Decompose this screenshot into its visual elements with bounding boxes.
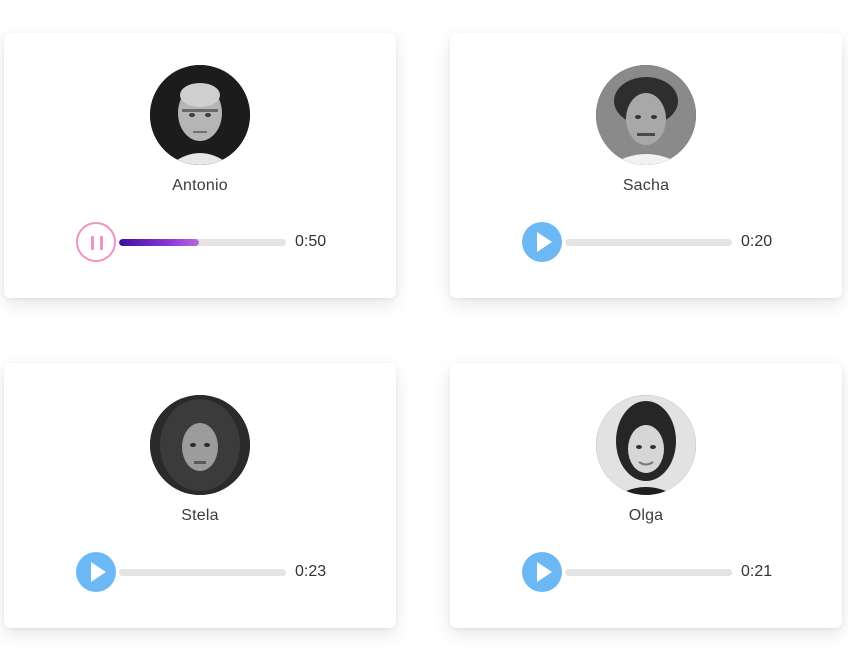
play-button[interactable] [76,552,116,592]
audio-player: 0:23 [76,552,336,592]
audio-player: 0:50 [76,222,336,262]
player-card-antonio: Antonio 0:50 [4,33,396,298]
player-card-stela: Stela 0:23 [4,363,396,628]
play-button[interactable] [522,552,562,592]
pause-icon [91,236,94,250]
speaker-name: Olga [628,507,664,524]
pause-button[interactable] [76,222,116,262]
speaker-name: Antonio [172,177,228,194]
portrait-olga-icon [596,395,696,495]
duration-label: 0:23 [295,563,327,580]
player-card-olga: Olga 0:21 [450,363,842,628]
progress-track[interactable] [119,569,286,576]
duration-label: 0:21 [741,563,773,580]
portrait-stela-icon [150,395,250,495]
duration-label: 0:50 [295,233,327,250]
avatar [150,65,250,165]
play-button[interactable] [522,222,562,262]
audio-player-grid: Antonio 0:50 Sacha 0:20 Stela 0:23 Olga … [0,0,848,655]
pause-icon-bar [100,236,103,250]
progress-track[interactable] [565,239,732,246]
progress-fill [119,239,200,246]
speaker-name: Stela [181,507,219,524]
avatar [150,395,250,495]
portrait-sacha-icon [596,65,696,165]
avatar [596,395,696,495]
audio-player: 0:21 [522,552,782,592]
progress-track[interactable] [119,239,286,246]
speaker-name: Sacha [622,177,670,194]
duration-label: 0:20 [741,233,773,250]
progress-track[interactable] [565,569,732,576]
avatar [596,65,696,165]
portrait-antonio-icon [150,65,250,165]
player-card-sacha: Sacha 0:20 [450,33,842,298]
audio-player: 0:20 [522,222,782,262]
